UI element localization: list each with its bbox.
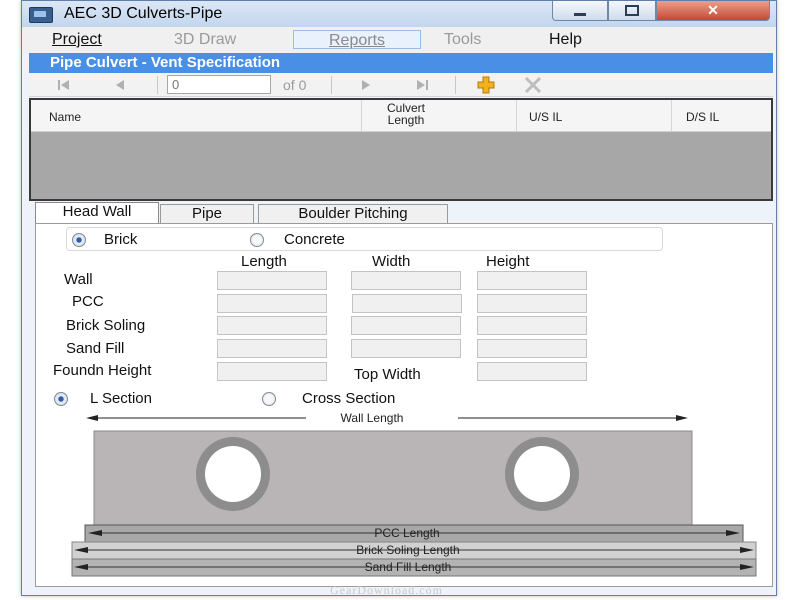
tab-boulder-pitching[interactable]: Boulder Pitching bbox=[258, 204, 448, 223]
menu-help[interactable]: Help bbox=[545, 30, 586, 49]
menu-tools[interactable]: Tools bbox=[440, 30, 485, 49]
nav-separator bbox=[157, 76, 158, 94]
maximize-icon bbox=[625, 5, 639, 16]
add-new-icon[interactable] bbox=[475, 75, 497, 95]
column-header-us-il[interactable]: U/S IL bbox=[516, 100, 671, 131]
watermark: GearDownload.com bbox=[330, 583, 443, 597]
minimize-icon bbox=[574, 13, 586, 16]
culvert-grid[interactable]: Name Culvert Length U/S IL D/S IL bbox=[29, 98, 773, 201]
minimize-button[interactable] bbox=[552, 1, 608, 21]
column-header-culvert-length[interactable]: Culvert Length bbox=[361, 100, 516, 131]
record-count-label: of 0 bbox=[283, 77, 307, 93]
maximize-button[interactable] bbox=[608, 1, 656, 21]
position-input[interactable] bbox=[167, 75, 271, 94]
window-title: AEC 3D Culverts-Pipe bbox=[64, 5, 223, 22]
head-wall-panel: Brick Concrete Length Width Height Wall … bbox=[35, 223, 773, 587]
menu-reports[interactable]: Reports bbox=[293, 30, 421, 49]
tab-pipe[interactable]: Pipe bbox=[160, 204, 254, 223]
pipe-bore-right bbox=[514, 446, 570, 502]
column-header-ds-il[interactable]: D/S IL bbox=[671, 100, 771, 131]
move-next-icon[interactable] bbox=[355, 76, 377, 94]
menu-3d-draw[interactable]: 3D Draw bbox=[170, 30, 240, 49]
l-section-diagram: Wall Length PCC Length Brick Soling Leng… bbox=[71, 411, 757, 577]
arrow-right-icon bbox=[676, 415, 688, 421]
record-navigator: of 0 bbox=[29, 73, 773, 97]
head-wall-body bbox=[93, 430, 693, 529]
move-first-icon[interactable] bbox=[53, 76, 75, 94]
nav-separator bbox=[455, 76, 456, 94]
sand-fill-length-label: Sand Fill Length bbox=[365, 560, 452, 574]
grid-header: Name Culvert Length U/S IL D/S IL bbox=[31, 100, 771, 132]
brick-soling-length-label: Brick Soling Length bbox=[356, 543, 459, 557]
pipe-bore-left bbox=[205, 446, 261, 502]
section-banner: Pipe Culvert - Vent Specification bbox=[29, 53, 773, 73]
title-bar[interactable]: AEC 3D Culverts-Pipe ✕ bbox=[22, 1, 776, 27]
close-button[interactable]: ✕ bbox=[656, 1, 770, 21]
delete-icon[interactable] bbox=[521, 75, 545, 95]
app-window: AEC 3D Culverts-Pipe ✕ Project 3D Draw R… bbox=[21, 0, 777, 596]
move-last-icon[interactable] bbox=[411, 76, 433, 94]
tab-strip: Head Wall Pipe Boulder Pitching bbox=[35, 202, 775, 224]
move-previous-icon[interactable] bbox=[109, 76, 131, 94]
menu-bar: Project 3D Draw Reports Tools Help bbox=[22, 27, 776, 53]
app-icon bbox=[29, 7, 53, 23]
pcc-length-label: PCC Length bbox=[374, 526, 439, 540]
nav-separator bbox=[331, 76, 332, 94]
tab-head-wall[interactable]: Head Wall bbox=[35, 202, 159, 224]
wall-length-label: Wall Length bbox=[341, 411, 404, 425]
arrow-left-icon bbox=[86, 415, 98, 421]
column-header-name[interactable]: Name bbox=[31, 100, 361, 131]
close-icon: ✕ bbox=[707, 2, 719, 18]
menu-project[interactable]: Project bbox=[48, 30, 106, 49]
